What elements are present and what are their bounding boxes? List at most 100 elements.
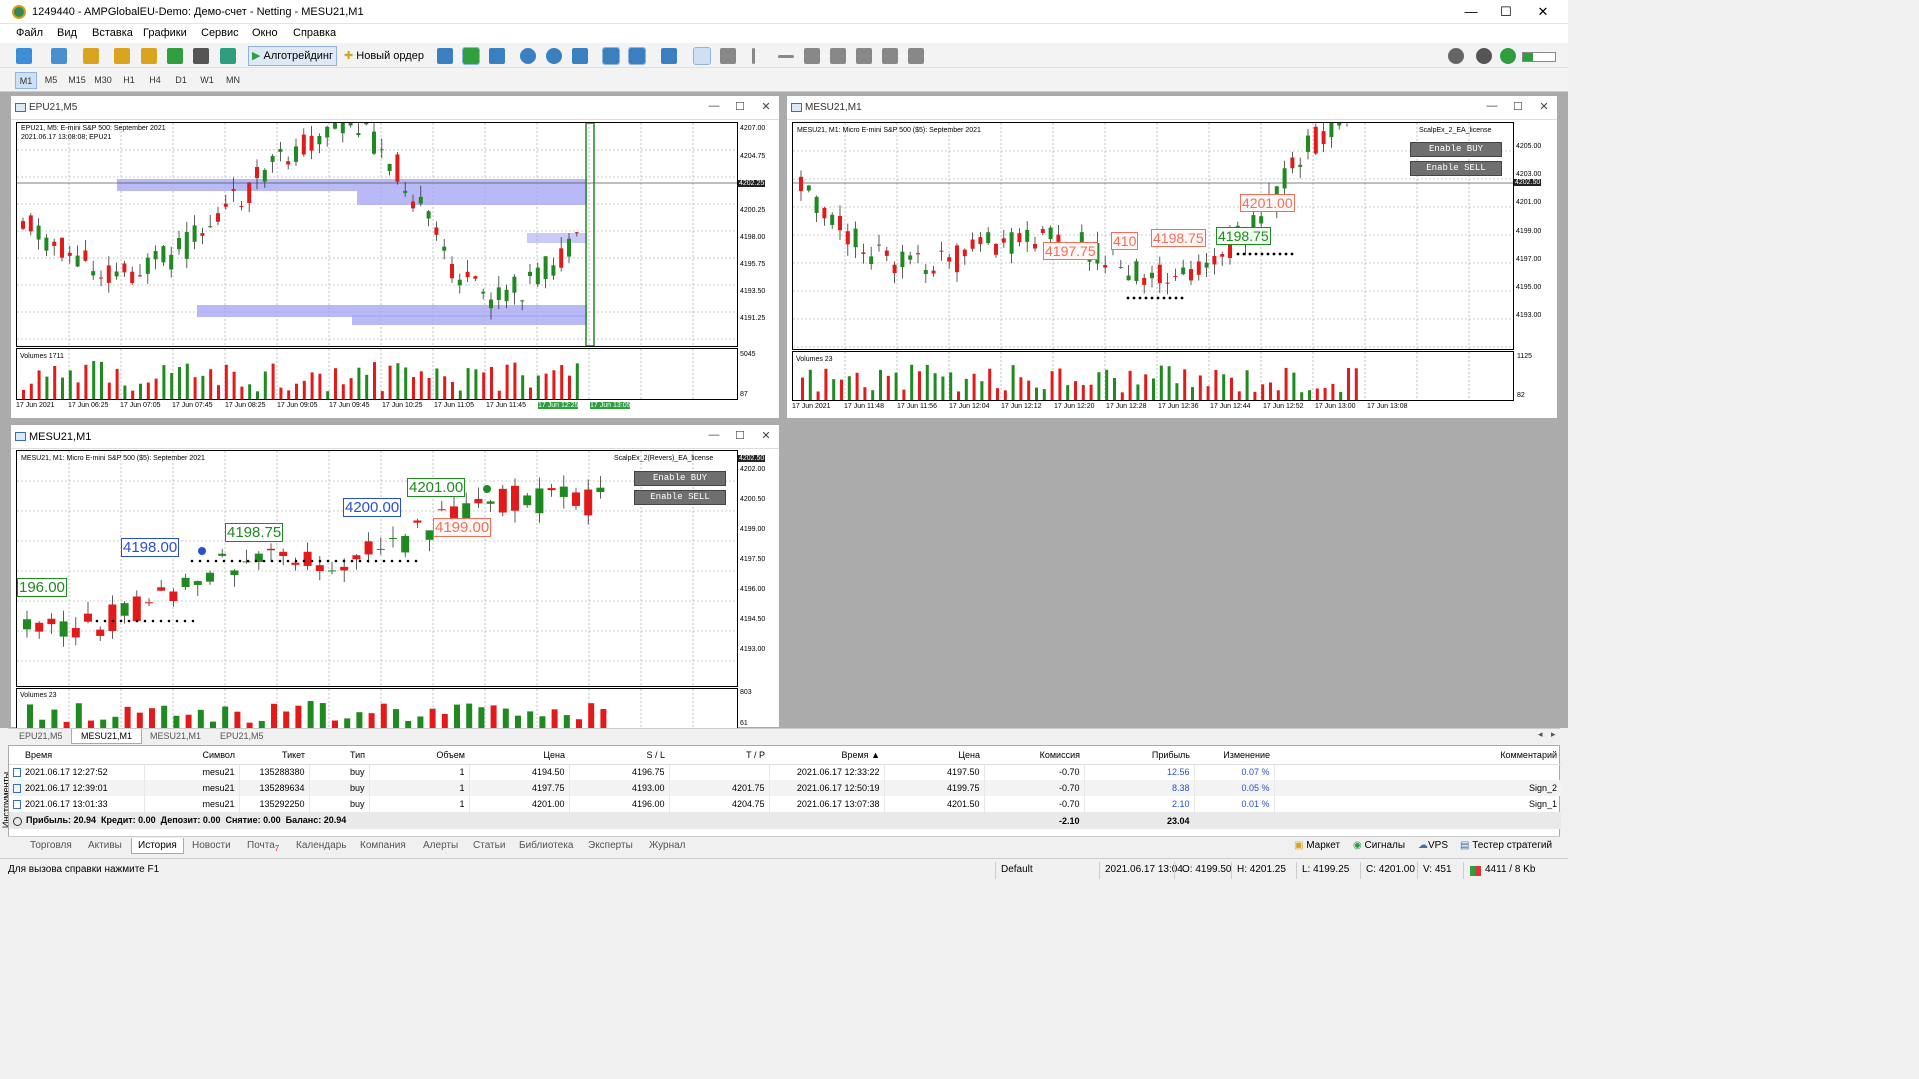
tab-calendar[interactable]: Календарь — [296, 838, 346, 854]
tab-experts[interactable]: Эксперты — [588, 838, 633, 854]
col-commission[interactable]: Комиссия — [984, 746, 1084, 765]
text-icon[interactable] — [882, 48, 898, 64]
zoom-in-icon[interactable] — [520, 48, 536, 64]
col-tp[interactable]: T / P — [669, 746, 769, 765]
menu-file[interactable]: Файл — [16, 27, 43, 39]
menu-insert[interactable]: Вставка — [92, 27, 133, 39]
scroll-right-icon[interactable]: ▸ — [1551, 729, 1556, 740]
chart-minimize-button[interactable]: — — [1483, 100, 1501, 116]
menu-help[interactable]: Справка — [293, 27, 336, 39]
scroll-left-icon[interactable]: ◂ — [1538, 729, 1543, 740]
menu-tools[interactable]: Сервис — [201, 27, 239, 39]
enable-sell-button[interactable]: Enable SELL — [1410, 161, 1502, 176]
crosshair-icon[interactable] — [720, 48, 736, 64]
chart-close-button[interactable]: ✕ — [757, 100, 775, 116]
line-chart-icon[interactable] — [489, 48, 505, 64]
table-row[interactable]: 2021.06.17 12:27:52 mesu21 135288380 buy… — [9, 764, 1561, 780]
minimize-button[interactable]: — — [1456, 3, 1486, 21]
chart-window-mesu21-m1-left[interactable]: MESU21,M1 — ☐ ✕ MESU21, M1: Micro E-mini… — [10, 424, 780, 729]
col-time[interactable]: Время — [9, 746, 144, 765]
timeframe-m1[interactable]: M1 — [15, 72, 37, 89]
tab-alerts[interactable]: Алерты — [423, 838, 458, 854]
chart-tab[interactable]: MESU21,M1 — [141, 729, 210, 744]
col-volume[interactable]: Объем — [369, 746, 469, 765]
tab-mailbox[interactable]: Почта7 — [247, 838, 279, 854]
volumes-subwindow[interactable]: Volumes 1711 — [16, 348, 738, 400]
search-icon[interactable] — [1448, 48, 1464, 64]
chart-tab[interactable]: EPU21,M5 — [211, 729, 273, 744]
timeframe-d1[interactable]: D1 — [170, 72, 192, 89]
trendline-icon[interactable] — [804, 48, 820, 64]
tab-news[interactable]: Новости — [192, 838, 231, 854]
signals-button[interactable]: ◉ Сигналы — [1353, 838, 1405, 854]
market-button[interactable]: ▣ Маркет — [1294, 838, 1340, 854]
shapes-icon[interactable] — [908, 48, 924, 64]
table-row[interactable]: 2021.06.17 13:01:33 mesu21 135292250 buy… — [9, 796, 1561, 812]
price-chart[interactable]: MESU21, M1: Micro E-mini S&P 500 ($5): S… — [792, 122, 1514, 350]
chart-tab-active[interactable]: MESU21,M1 — [71, 729, 143, 744]
chart-minimize-button[interactable]: — — [705, 429, 723, 445]
timeframe-m30[interactable]: M30 — [92, 72, 114, 89]
tab-assets[interactable]: Активы — [88, 838, 122, 854]
col-sl[interactable]: S / L — [569, 746, 669, 765]
chart-close-button[interactable]: ✕ — [757, 429, 775, 445]
volumes-subwindow[interactable]: Volumes 23 — [792, 351, 1514, 401]
price-chart[interactable]: MESU21, M1: Micro E-mini S&P 500 ($5): S… — [16, 450, 738, 687]
cursor-icon[interactable] — [693, 47, 711, 65]
col-profit[interactable]: Прибыль — [1084, 746, 1194, 765]
menu-window[interactable]: Окно — [252, 27, 278, 39]
col-change[interactable]: Изменение — [1194, 746, 1274, 765]
chart-maximize-button[interactable]: ☐ — [1509, 100, 1527, 116]
data-window-icon[interactable] — [193, 48, 209, 64]
timeframe-m5[interactable]: M5 — [40, 72, 62, 89]
templates-icon[interactable] — [83, 48, 99, 64]
equidistant-channel-icon[interactable] — [830, 48, 846, 64]
strategy-tester-button[interactable]: ▤ Тестер стратегий — [1460, 838, 1552, 854]
col-comment[interactable]: Комментарий — [1274, 746, 1561, 765]
chart-window-mesu21-m1-right[interactable]: MESU21,M1 — ☐ ✕ MESU21, M1: Micro E-mini… — [786, 95, 1558, 419]
volumes-subwindow[interactable]: Volumes 23 — [16, 688, 738, 729]
profiles-icon[interactable] — [51, 48, 67, 64]
table-row[interactable]: 2021.06.17 12:39:01 mesu21 135289634 buy… — [9, 780, 1561, 796]
tab-history[interactable]: История — [131, 838, 184, 854]
col-ticket[interactable]: Тикет — [239, 746, 309, 765]
chart-window-epu21-m5[interactable]: EPU21,M5 — ☐ ✕ EPU21, M5: E-mini S&P 500… — [10, 95, 780, 419]
connection-icon[interactable] — [1500, 48, 1516, 64]
chart-shift-icon[interactable] — [628, 47, 646, 65]
navigator-icon[interactable] — [141, 48, 157, 64]
chart-close-button[interactable]: ✕ — [1535, 100, 1553, 116]
candles-icon[interactable] — [462, 47, 480, 65]
tile-windows-icon[interactable] — [572, 48, 588, 64]
zoom-out-icon[interactable] — [546, 48, 562, 64]
chart-maximize-button[interactable]: ☐ — [731, 100, 749, 116]
new-order-button[interactable]: ✚ Новый ордер — [340, 46, 428, 66]
vertical-line-icon[interactable] — [752, 48, 755, 64]
bar-chart-icon[interactable] — [437, 48, 453, 64]
menu-charts[interactable]: Графики — [143, 27, 187, 39]
col-type[interactable]: Тип — [309, 746, 369, 765]
enable-buy-button[interactable]: Enable BUY — [634, 471, 726, 486]
timeframe-m15[interactable]: M15 — [66, 72, 88, 89]
menu-view[interactable]: Вид — [57, 27, 77, 39]
tab-company[interactable]: Компания — [360, 838, 406, 854]
col-close-price[interactable]: Цена — [884, 746, 984, 765]
close-button[interactable]: ✕ — [1528, 3, 1558, 21]
timeframe-w1[interactable]: W1 — [196, 72, 218, 89]
market-watch-icon[interactable] — [114, 48, 130, 64]
new-chart-icon[interactable] — [16, 48, 32, 64]
col-close-time[interactable]: Время ▲ — [769, 746, 884, 765]
col-symbol[interactable]: Символ — [144, 746, 239, 765]
enable-buy-button[interactable]: Enable BUY — [1410, 142, 1502, 157]
terminal-icon[interactable] — [220, 48, 236, 64]
autoscroll-icon[interactable] — [602, 47, 620, 65]
timeframe-mn[interactable]: MN — [222, 72, 244, 89]
algo-trading-button[interactable]: ▶ Алготрейдинг — [248, 46, 337, 66]
account-icon[interactable] — [1476, 48, 1492, 64]
timeframe-h4[interactable]: H4 — [144, 72, 166, 89]
fibonacci-icon[interactable] — [856, 48, 872, 64]
tab-trade[interactable]: Торговля — [30, 838, 72, 854]
signals-icon[interactable] — [167, 48, 183, 64]
tab-articles[interactable]: Статьи — [473, 838, 505, 854]
timeframe-h1[interactable]: H1 — [118, 72, 140, 89]
col-price[interactable]: Цена — [469, 746, 569, 765]
